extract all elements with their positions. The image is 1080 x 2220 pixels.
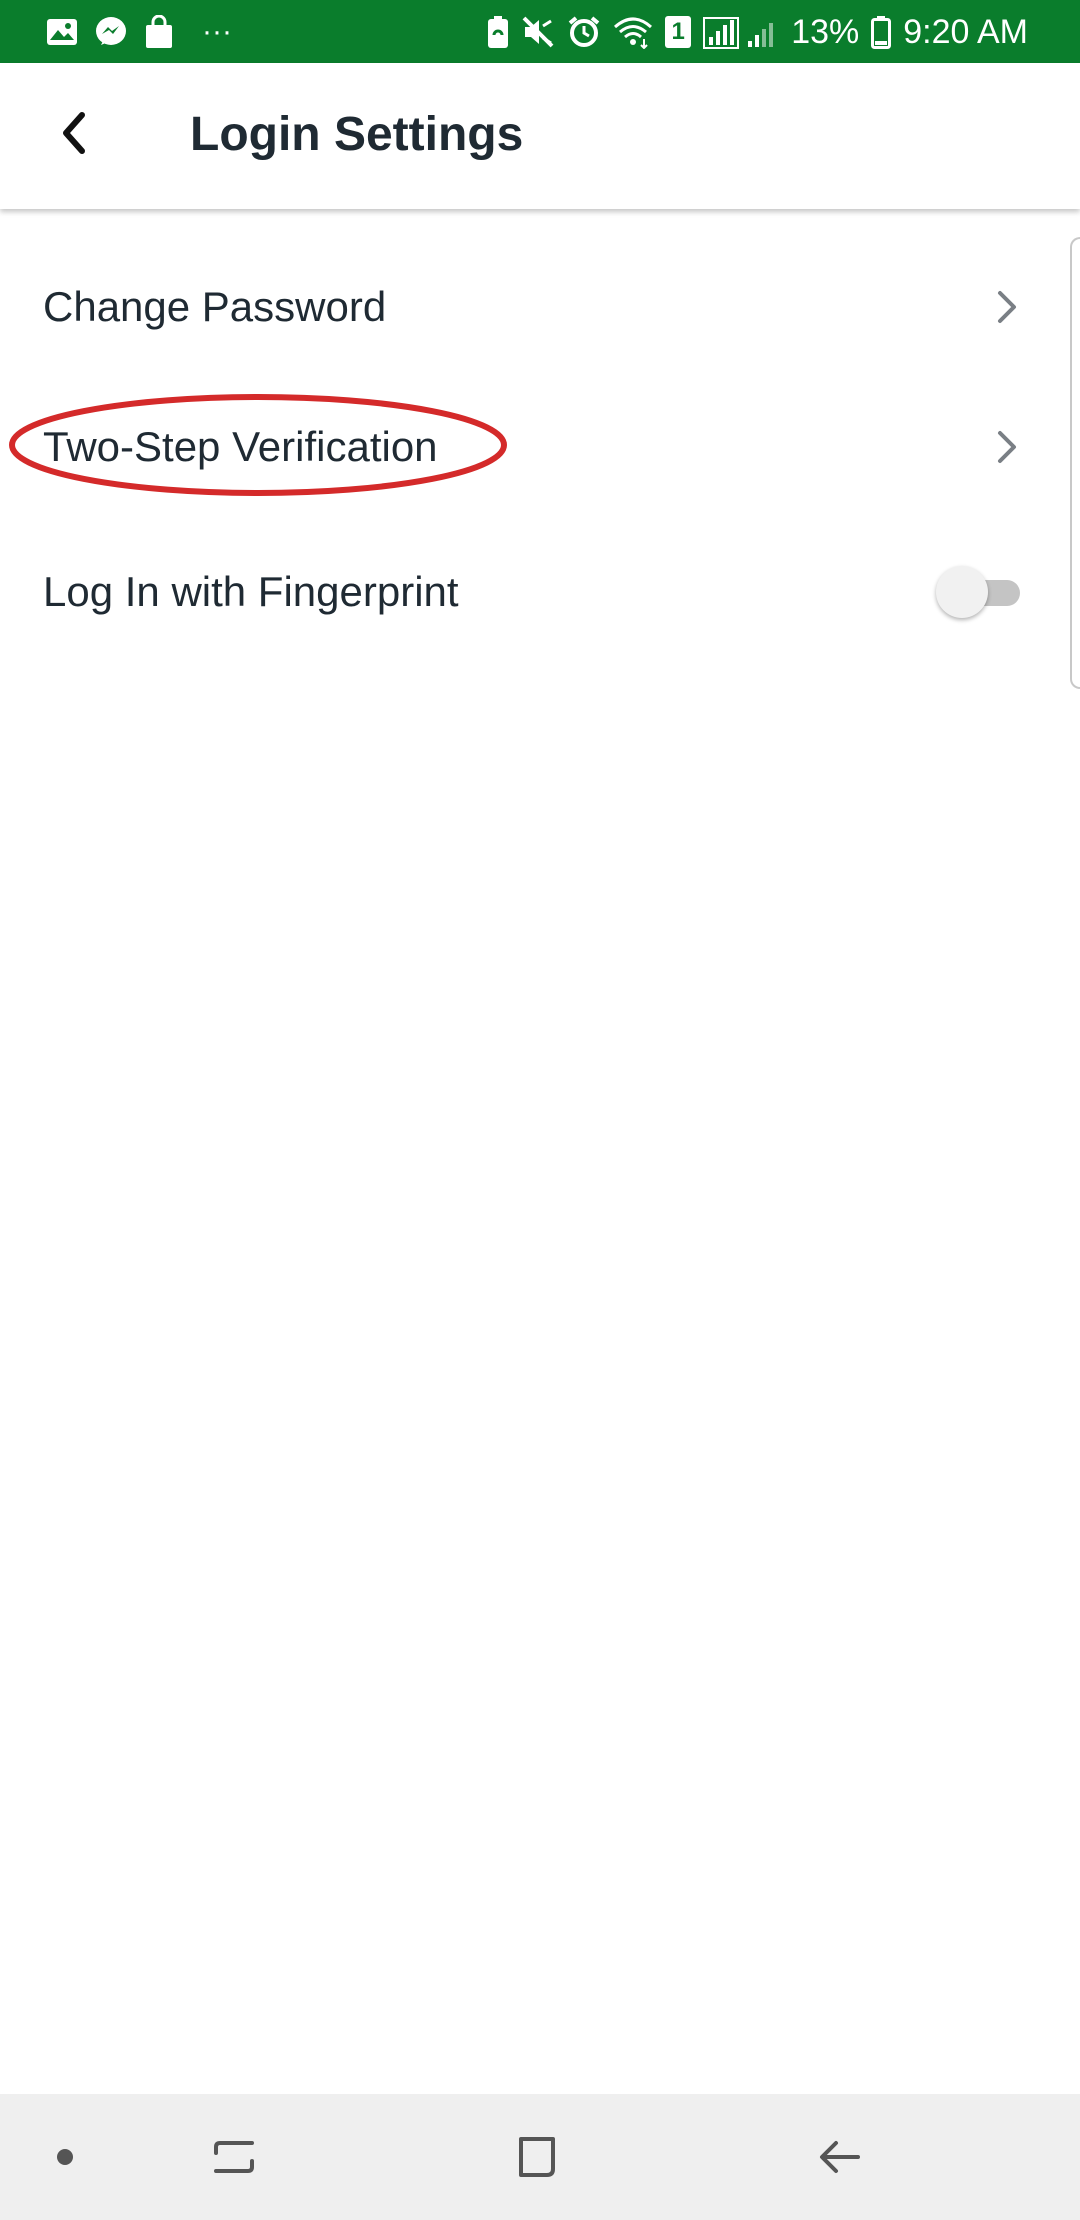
sim-icon: 1	[665, 16, 692, 48]
clock: 9:20 AM	[903, 12, 1028, 51]
chevron-right-icon	[998, 291, 1016, 323]
gallery-icon	[47, 19, 77, 45]
settings-item-fingerprint-login: Log In with Fingerprint	[0, 522, 1080, 662]
more-notifications-indicator: ···	[202, 15, 232, 48]
home-icon	[519, 2137, 555, 2177]
settings-item-label: Log In with Fingerprint	[43, 568, 459, 615]
status-right-icons: 1 13% 9:20 AM	[487, 8, 1028, 56]
page-title: Login Settings	[190, 108, 524, 161]
fingerprint-toggle[interactable]	[936, 566, 1024, 618]
battery-saver-icon	[488, 16, 509, 48]
back-arrow-icon	[63, 112, 85, 154]
toggle-thumb	[936, 566, 988, 618]
messenger-icon	[96, 17, 126, 45]
chevron-right-icon	[998, 431, 1016, 463]
nav-back-button[interactable]	[805, 2122, 875, 2192]
mute-icon	[522, 16, 554, 48]
battery-percent: 13%	[791, 12, 860, 51]
app-bar: Login Settings	[0, 63, 1080, 209]
alarm-icon	[568, 16, 600, 47]
settings-item-two-step-verification[interactable]: Two-Step Verification	[0, 377, 1080, 517]
battery-icon	[871, 16, 892, 49]
signal-icon	[703, 17, 774, 49]
back-icon	[820, 2141, 860, 2173]
nav-dot-button[interactable]	[30, 2122, 100, 2192]
back-button[interactable]	[42, 101, 106, 165]
system-nav-bar	[0, 2094, 1080, 2220]
home-button[interactable]	[502, 2122, 572, 2192]
recent-apps-icon	[214, 2141, 254, 2173]
wifi-icon	[614, 17, 653, 49]
shopping-bag-icon	[146, 15, 172, 48]
sim-label: 1	[671, 18, 685, 45]
settings-item-label: Two-Step Verification	[43, 423, 438, 470]
dot-icon	[57, 2149, 73, 2165]
settings-item-label: Change Password	[43, 283, 387, 330]
recent-apps-button[interactable]	[199, 2122, 269, 2192]
status-bar: ··· 1 13% 9:20 AM	[0, 0, 1080, 63]
settings-item-change-password[interactable]: Change Password	[0, 237, 1080, 377]
status-left-icons: ···	[46, 12, 232, 52]
